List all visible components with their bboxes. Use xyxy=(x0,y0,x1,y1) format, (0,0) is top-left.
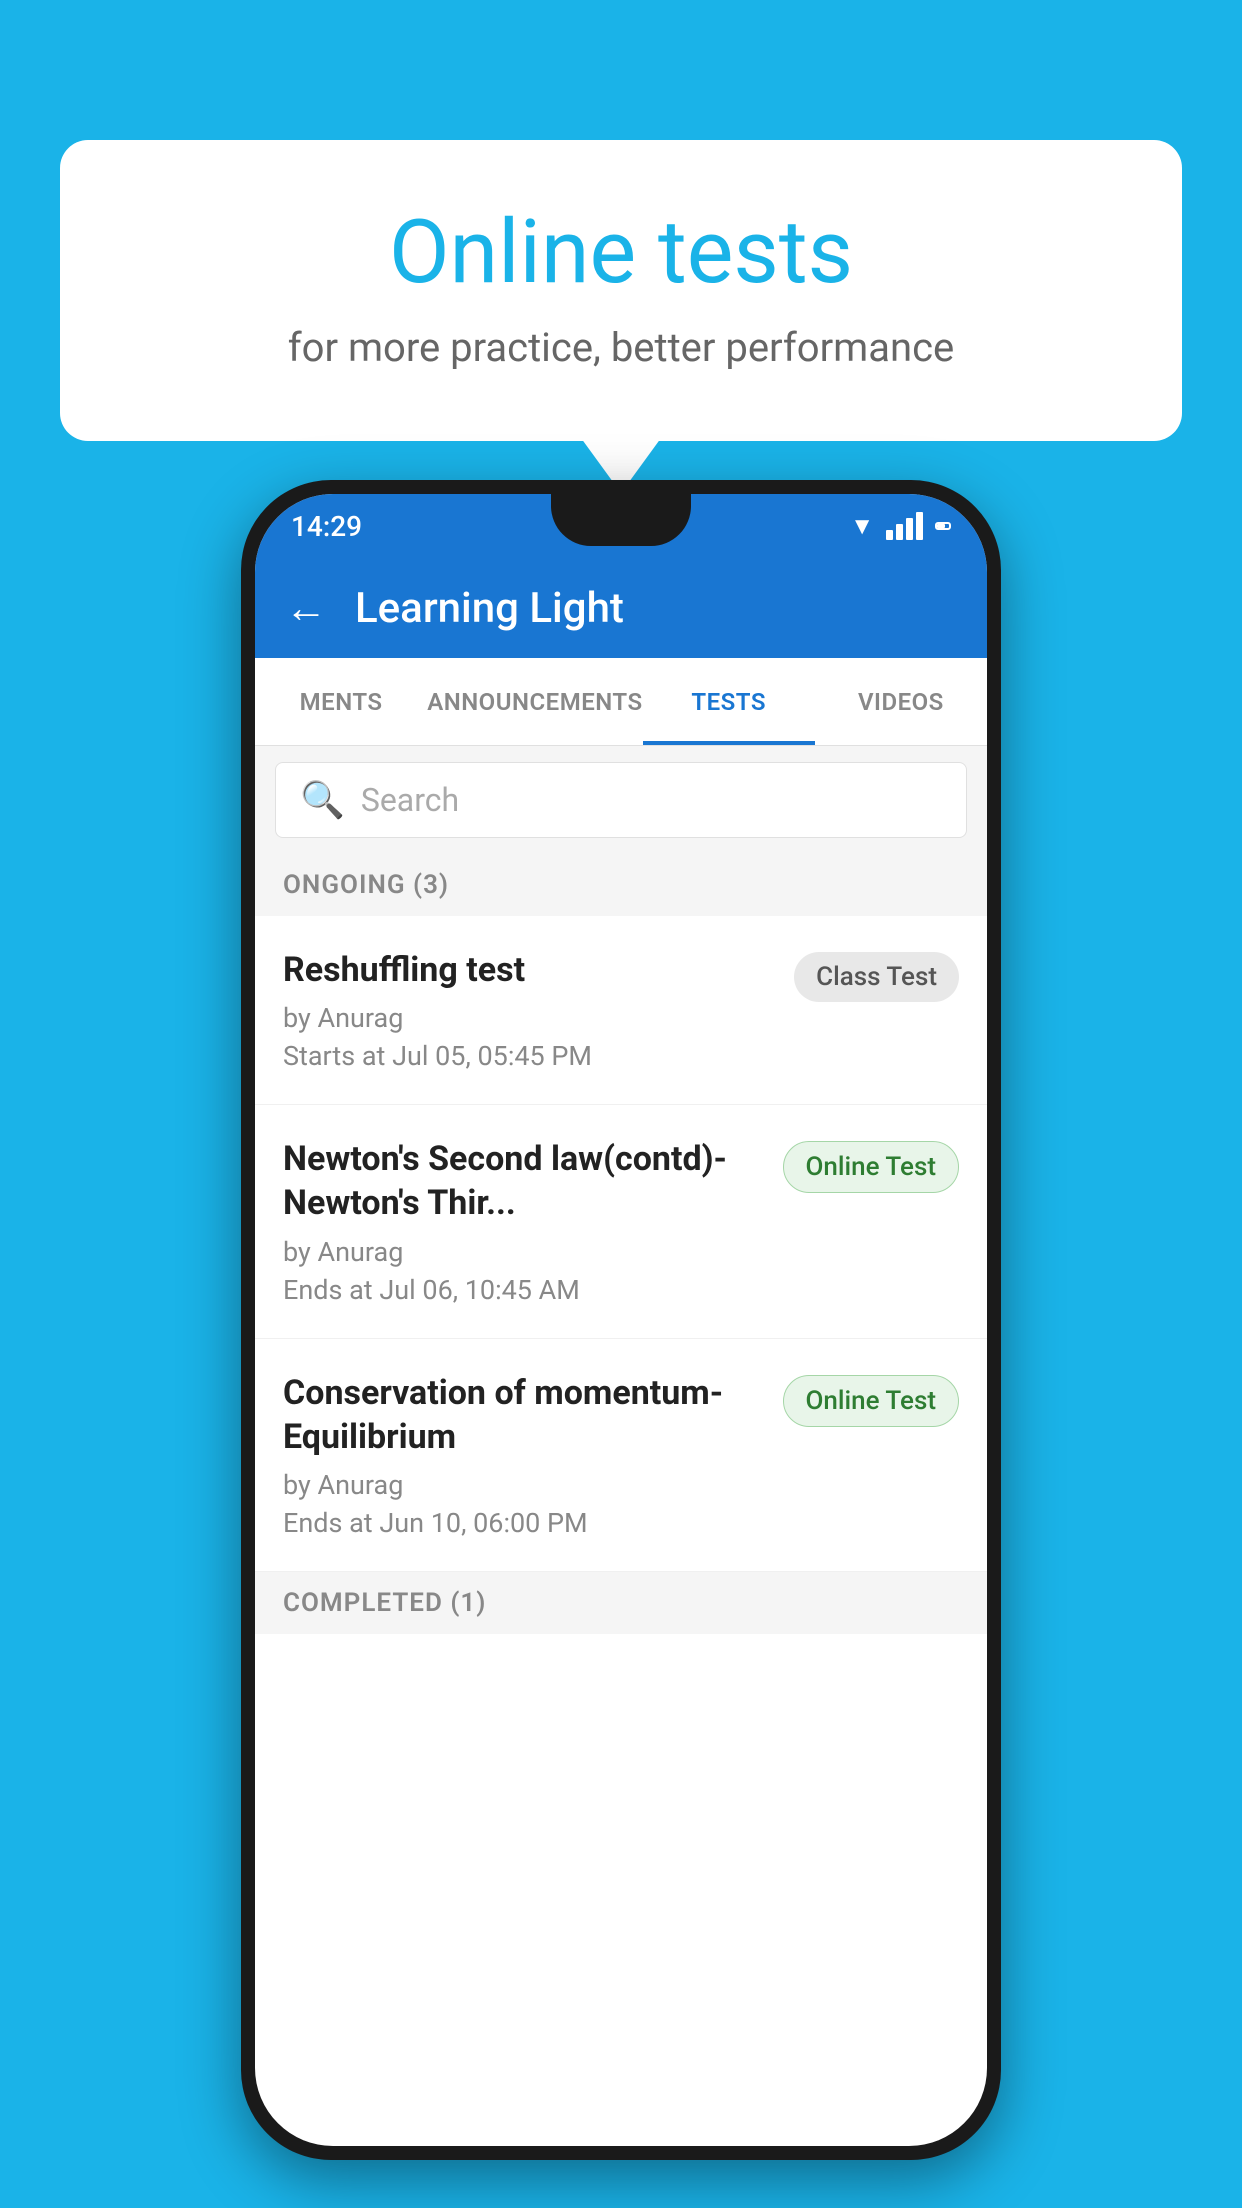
search-bar[interactable]: 🔍 Search xyxy=(275,762,967,838)
tab-announcements[interactable]: ANNOUNCEMENTS xyxy=(427,658,642,745)
test-item-2[interactable]: Newton's Second law(contd)-Newton's Thir… xyxy=(255,1105,987,1338)
test-badge-3: Online Test xyxy=(783,1375,960,1427)
phone-frame: 14:29 ▼ ← Learning Light xyxy=(241,480,1001,2160)
wifi-icon: ▼ xyxy=(850,512,874,541)
test-time-2: Ends at Jul 06, 10:45 AM xyxy=(283,1274,763,1306)
search-icon: 🔍 xyxy=(300,779,345,821)
tab-tests[interactable]: TESTS xyxy=(643,658,815,745)
phone-inner: 14:29 ▼ ← Learning Light xyxy=(255,494,987,2146)
test-item-1[interactable]: Reshuffling test by Anurag Starts at Jul… xyxy=(255,916,987,1105)
test-author-3: by Anurag xyxy=(283,1469,763,1501)
test-time-3: Ends at Jun 10, 06:00 PM xyxy=(283,1507,763,1539)
test-time-1: Starts at Jul 05, 05:45 PM xyxy=(283,1040,774,1072)
speech-bubble-subtitle: for more practice, better performance xyxy=(140,324,1102,371)
test-title-1: Reshuffling test xyxy=(283,948,774,992)
search-container: 🔍 Search xyxy=(255,746,987,854)
search-placeholder: Search xyxy=(361,781,459,819)
completed-section-header: COMPLETED (1) xyxy=(255,1572,987,1634)
ongoing-section-header: ONGOING (3) xyxy=(255,854,987,916)
status-bar: 14:29 ▼ xyxy=(255,494,987,558)
phone-notch xyxy=(551,494,691,546)
test-title-2: Newton's Second law(contd)-Newton's Thir… xyxy=(283,1137,763,1225)
status-icons: ▼ xyxy=(850,512,951,541)
app-bar: ← Learning Light xyxy=(255,558,987,658)
test-info-1: Reshuffling test by Anurag Starts at Jul… xyxy=(283,948,794,1072)
test-badge-1: Class Test xyxy=(794,952,959,1002)
signal-icon xyxy=(886,512,923,540)
test-info-3: Conservation of momentum-Equilibrium by … xyxy=(283,1371,783,1539)
test-badge-2: Online Test xyxy=(783,1141,960,1193)
back-button[interactable]: ← xyxy=(285,584,327,633)
speech-bubble: Online tests for more practice, better p… xyxy=(60,140,1182,441)
test-author-1: by Anurag xyxy=(283,1002,774,1034)
app-bar-title: Learning Light xyxy=(355,584,624,633)
status-time: 14:29 xyxy=(291,510,362,543)
speech-bubble-title: Online tests xyxy=(140,200,1102,306)
tabs-bar: MENTS ANNOUNCEMENTS TESTS VIDEOS xyxy=(255,658,987,746)
test-item-3[interactable]: Conservation of momentum-Equilibrium by … xyxy=(255,1339,987,1572)
test-title-3: Conservation of momentum-Equilibrium xyxy=(283,1371,763,1459)
test-info-2: Newton's Second law(contd)-Newton's Thir… xyxy=(283,1137,783,1305)
test-author-2: by Anurag xyxy=(283,1236,763,1268)
tab-ments[interactable]: MENTS xyxy=(255,658,427,745)
battery-icon xyxy=(935,522,951,530)
test-list: Reshuffling test by Anurag Starts at Jul… xyxy=(255,916,987,1572)
tab-videos[interactable]: VIDEOS xyxy=(815,658,987,745)
